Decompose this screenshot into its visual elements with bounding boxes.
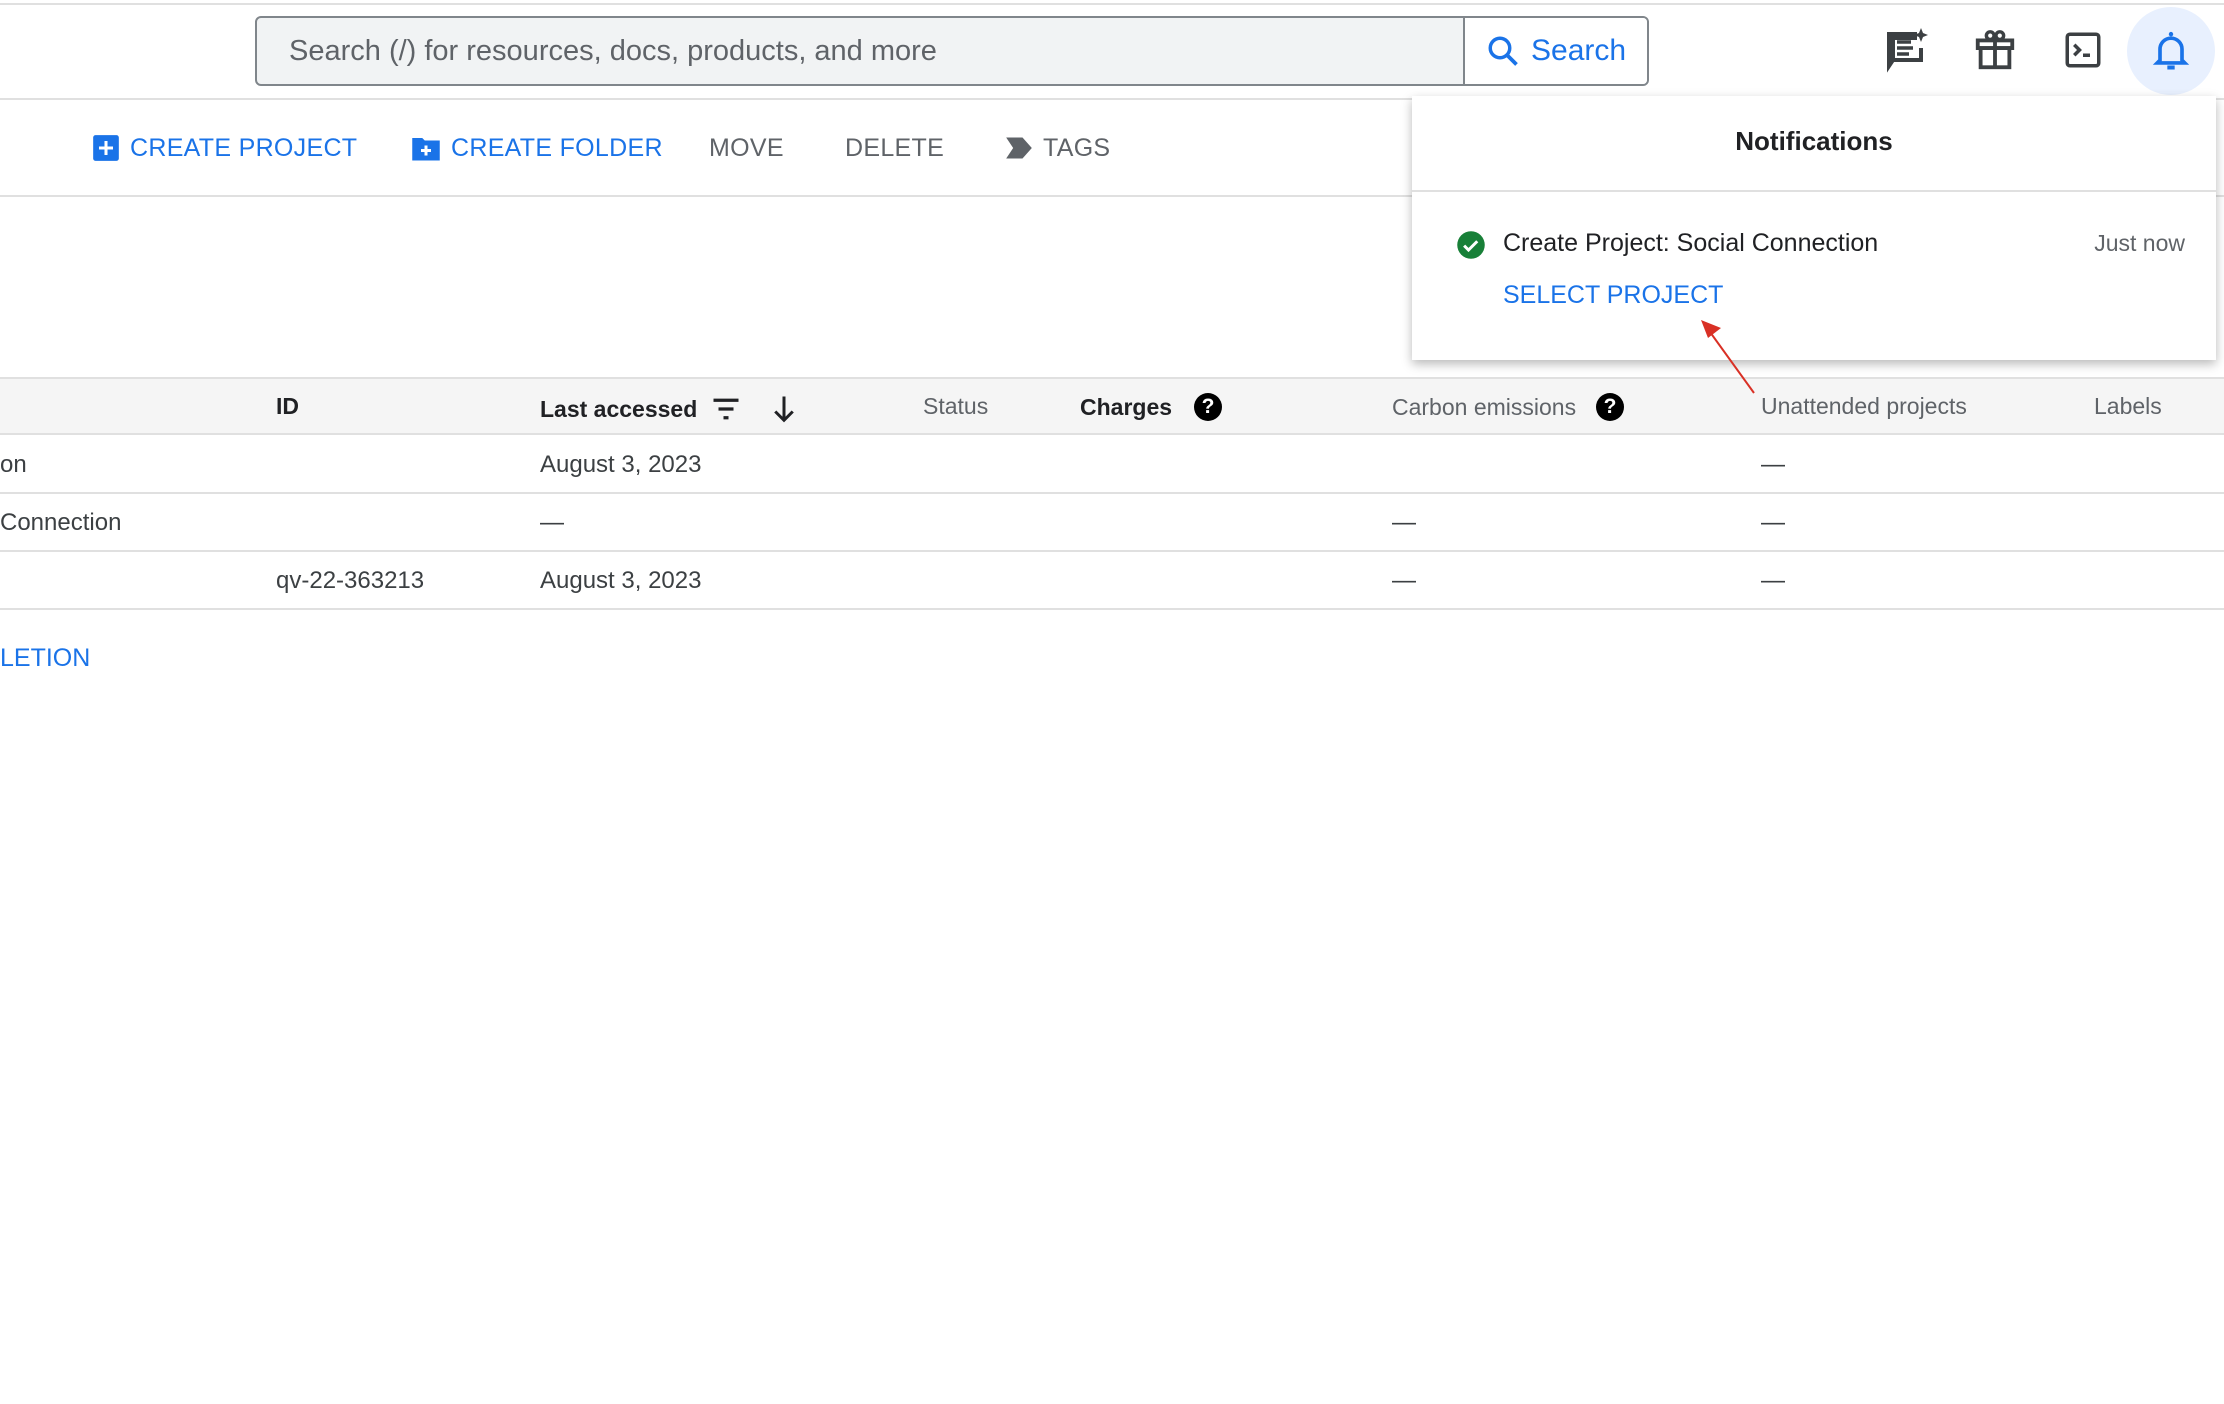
notifications-title: Notifications <box>1735 126 1893 156</box>
bell-icon <box>2152 31 2190 70</box>
row-divider <box>0 492 2224 494</box>
notifications-panel: Notifications Create Project: Social Con… <box>1412 96 2216 360</box>
top-divider <box>0 3 2224 5</box>
create-project-label: CREATE PROJECT <box>130 133 358 162</box>
column-last-accessed[interactable]: Last accessed <box>540 393 799 425</box>
column-charges[interactable]: Charges? <box>1080 393 1223 421</box>
create-folder-button[interactable]: CREATE FOLDER <box>411 130 663 166</box>
create-folder-label: CREATE FOLDER <box>451 133 663 162</box>
move-label: MOVE <box>709 133 784 162</box>
column-carbon-label: Carbon emissions <box>1392 393 1577 420</box>
gift-icon <box>1975 30 2015 70</box>
create-project-button[interactable]: CREATE PROJECT <box>92 130 357 166</box>
column-charges-label: Charges <box>1080 393 1173 420</box>
notifications-button[interactable] <box>2127 7 2215 95</box>
help-icon[interactable]: ? <box>1596 393 1625 421</box>
search-icon <box>1488 36 1518 66</box>
filter-icon[interactable] <box>711 396 741 422</box>
column-labels[interactable]: Labels <box>2094 393 2162 420</box>
column-id[interactable]: ID <box>276 393 299 420</box>
add-folder-icon <box>412 138 440 161</box>
cell-name: on <box>0 451 27 478</box>
cell-carbon: — <box>1392 509 1416 536</box>
gift-button[interactable] <box>1967 22 2023 78</box>
search-button-label: Search <box>1531 34 1627 67</box>
tags-button[interactable]: TAGS <box>1005 130 1110 166</box>
row-divider <box>0 550 2224 552</box>
search-button[interactable]: Search <box>1463 18 1647 84</box>
feedback-button[interactable] <box>1879 22 1935 78</box>
column-last-accessed-label: Last accessed <box>540 395 698 422</box>
row-divider <box>0 608 2224 610</box>
move-button[interactable]: MOVE <box>709 130 784 166</box>
cell-id: qv-22-363213 <box>276 567 425 594</box>
delete-label: DELETE <box>845 133 945 162</box>
panel-divider <box>1412 190 2216 192</box>
add-box-icon <box>93 135 119 161</box>
help-icon[interactable]: ? <box>1194 393 1223 421</box>
notification-text: Create Project: Social Connection <box>1503 229 1879 257</box>
cloud-shell-terminal-icon <box>2065 32 2101 68</box>
cell-unattended: — <box>1761 451 1785 478</box>
cell-last-accessed: — <box>540 509 564 536</box>
column-labels-label: Labels <box>2094 393 2162 419</box>
select-project-button[interactable]: SELECT PROJECT <box>1503 281 1723 310</box>
sort-descending-arrow-icon[interactable] <box>769 393 799 425</box>
column-unattended-label: Unattended projects <box>1761 393 1967 419</box>
search-bar[interactable]: Search <box>255 16 1649 86</box>
cloud-shell-button[interactable] <box>2055 22 2111 78</box>
success-check-icon <box>1456 230 1486 265</box>
tags-label: TAGS <box>1043 133 1111 162</box>
deletion-link[interactable]: LETION <box>0 644 90 673</box>
feedback-sparkle-icon <box>1887 28 1928 73</box>
column-status-label: Status <box>923 393 989 419</box>
cell-last-accessed: August 3, 2023 <box>540 567 702 594</box>
cell-unattended: — <box>1761 509 1785 536</box>
cell-name: Connection <box>0 509 122 536</box>
column-unattended-projects[interactable]: Unattended projects <box>1761 393 1967 420</box>
cell-unattended: — <box>1761 567 1785 594</box>
notification-time: Just now <box>2094 230 2185 256</box>
delete-button[interactable]: DELETE <box>845 130 944 166</box>
column-id-label: ID <box>276 393 299 419</box>
cell-last-accessed: August 3, 2023 <box>540 451 702 478</box>
column-carbon-emissions[interactable]: Carbon emissions? <box>1392 393 1625 421</box>
search-input[interactable] <box>257 18 1463 84</box>
cell-carbon: — <box>1392 567 1416 594</box>
column-status[interactable]: Status <box>923 393 988 420</box>
tag-icon <box>1006 137 1032 159</box>
